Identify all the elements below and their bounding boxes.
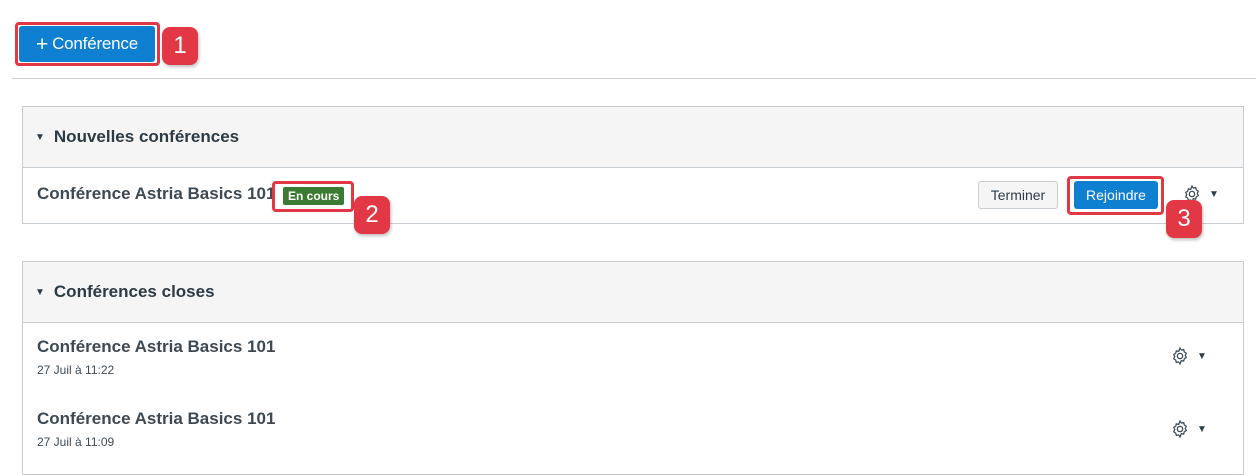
section-title: Conférences closes	[53, 282, 215, 301]
caret-down-icon: ▼	[1209, 188, 1219, 200]
conference-date: 27 Juil à 11:22	[37, 363, 115, 377]
callout-highlight-1	[15, 22, 160, 66]
settings-menu-button[interactable]: ▼	[1170, 346, 1207, 366]
gear-icon	[1172, 419, 1188, 439]
callout-badge-1: 1	[162, 27, 198, 65]
callout-badge-3: 3	[1166, 200, 1202, 238]
caret-down-icon: ▼	[1197, 423, 1207, 435]
new-conferences-panel: ▼ Nouvelles conférences	[22, 106, 1244, 224]
conference-date: 27 Juil à 11:09	[37, 435, 115, 449]
conference-title[interactable]: Conférence Astria Basics 101	[37, 184, 275, 204]
closed-conferences-panel: ▼ Conférences closes	[22, 261, 1244, 475]
settings-menu-button[interactable]: ▼	[1170, 419, 1207, 439]
closed-conferences-header[interactable]: ▼ Conférences closes	[23, 262, 1243, 323]
collapse-triangle-icon: ▼	[35, 286, 45, 298]
section-title: Nouvelles conférences	[53, 127, 240, 146]
conference-title[interactable]: Conférence Astria Basics 101	[37, 409, 275, 429]
gear-icon	[1172, 346, 1188, 366]
collapse-triangle-icon: ▼	[35, 131, 45, 143]
callout-badge-2: 2	[354, 196, 390, 234]
new-conferences-header[interactable]: ▼ Nouvelles conférences	[23, 107, 1243, 168]
conference-title[interactable]: Conférence Astria Basics 101	[37, 337, 275, 357]
callout-highlight-3	[1067, 176, 1164, 215]
end-conference-button[interactable]: Terminer	[978, 181, 1058, 209]
caret-down-icon: ▼	[1197, 350, 1207, 362]
callout-highlight-2	[272, 181, 354, 212]
divider	[12, 78, 1256, 79]
